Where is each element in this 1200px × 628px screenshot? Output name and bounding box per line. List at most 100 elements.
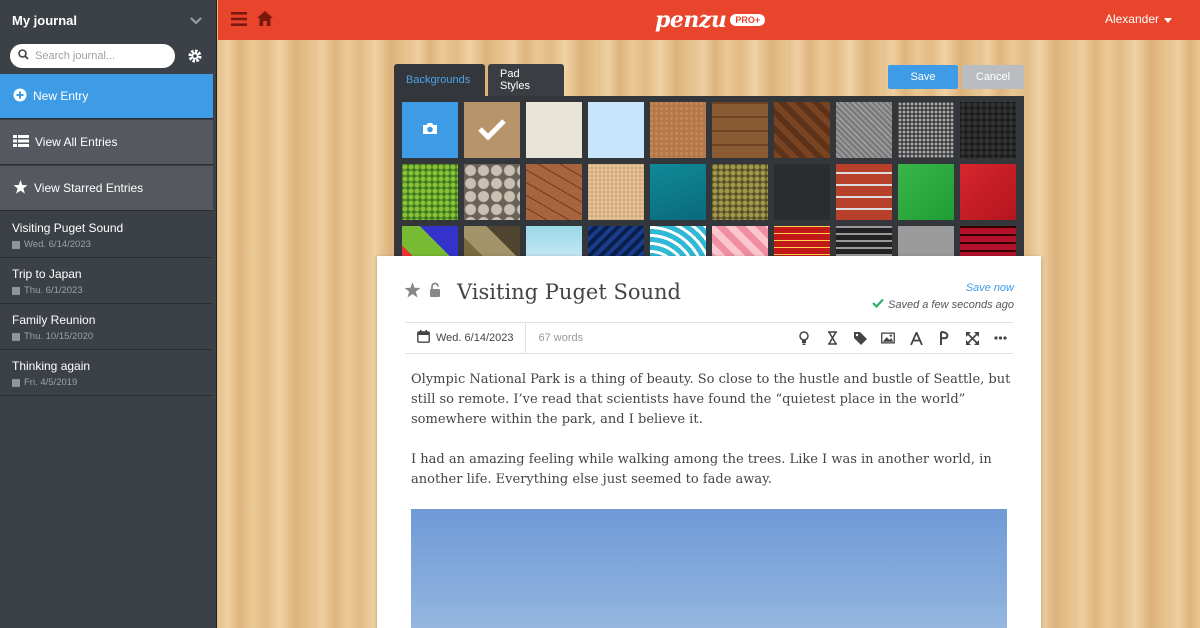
search-icon (18, 47, 29, 65)
entry-title[interactable]: Visiting Puget Sound (457, 280, 681, 304)
swatch-red-leather[interactable] (960, 164, 1016, 220)
swatch-dark-gray[interactable] (774, 164, 830, 220)
view-all-label: View All Entries (35, 135, 118, 149)
home-icon[interactable] (257, 11, 273, 31)
calendar-icon (12, 332, 20, 341)
tab-pad-styles[interactable]: Pad Styles (488, 64, 564, 96)
lightbulb-icon[interactable] (797, 331, 811, 345)
top-bar: penzu PRO+ Alexander (218, 0, 1200, 40)
swatch-cork[interactable] (650, 102, 706, 158)
journal-selector[interactable]: My journal (0, 0, 216, 40)
gear-icon[interactable] (187, 48, 203, 64)
tag-icon[interactable] (853, 331, 867, 345)
user-name: Alexander (1104, 12, 1159, 26)
saved-status: Saved a few seconds ago (872, 298, 1014, 311)
swatch-sand[interactable] (588, 164, 644, 220)
swatch-teal-waves[interactable] (650, 226, 706, 256)
swatch-river-stones[interactable] (464, 164, 520, 220)
saved-status-text: Saved a few seconds ago (888, 298, 1014, 311)
checkmark-icon (478, 118, 506, 145)
star-icon (13, 179, 28, 197)
user-menu[interactable]: Alexander (1105, 12, 1172, 26)
save-now-link[interactable]: Save now (966, 282, 1014, 294)
search-input[interactable] (35, 50, 160, 62)
date-picker[interactable]: Wed. 6/14/2023 (405, 323, 527, 353)
swatch-blue-swirl[interactable] (588, 226, 644, 256)
entry-date: Wed. 6/14/2023 (436, 332, 514, 344)
view-starred-entries-button[interactable]: View Starred Entries (0, 166, 213, 211)
swatch-red-plaid[interactable] (774, 226, 830, 256)
swatch-green-grass[interactable] (402, 164, 458, 220)
entry-body[interactable]: Olympic National Park is a thing of beau… (411, 370, 1011, 510)
tab-label: Pad Styles (500, 68, 530, 92)
list-icon (13, 134, 29, 150)
entry-list-date: Thu. 10/15/2020 (24, 331, 94, 342)
sidebar: My journal New Entry View All Entries (0, 0, 217, 628)
new-entry-button[interactable]: New Entry (0, 74, 213, 119)
swatch-black-leather[interactable] (960, 102, 1016, 158)
checkmark-icon (872, 298, 884, 311)
entry-list-title: Family Reunion (12, 313, 96, 327)
entry-paragraph: Olympic National Park is a thing of beau… (411, 372, 1011, 427)
journal-paper: Visiting Puget Sound Save now Saved a fe… (377, 256, 1041, 628)
swatch-cloud-sky[interactable] (526, 226, 582, 256)
swatch-cream[interactable] (526, 102, 582, 158)
lock-icon[interactable] (429, 282, 441, 302)
word-count: 67 words (538, 332, 584, 344)
calendar-icon (12, 240, 20, 249)
new-entry-label: New Entry (33, 89, 89, 103)
swatch-red-check[interactable] (960, 226, 1016, 256)
swatch-light-blue[interactable] (588, 102, 644, 158)
background-palette (394, 96, 1024, 256)
hamburger-menu-icon[interactable] (231, 12, 247, 31)
swatch-cracked-earth[interactable] (526, 164, 582, 220)
cancel-button[interactable]: Cancel (962, 65, 1024, 89)
calendar-icon (417, 330, 430, 346)
entry-toolbar: Wed. 6/14/2023 67 words (405, 322, 1013, 354)
entry-list-date: Thu. 6/1/2023 (24, 285, 83, 296)
swatch-red-brick[interactable] (836, 164, 892, 220)
more-icon[interactable] (993, 331, 1007, 345)
entry-list-date: Fri. 4/5/2019 (24, 377, 78, 388)
pro-badge: PRO+ (730, 14, 766, 26)
swatch-gray-fabric[interactable] (836, 102, 892, 158)
list-item[interactable]: Trip to Japan Thu. 6/1/2023 (0, 258, 213, 304)
font-icon[interactable] (909, 331, 923, 345)
image-icon[interactable] (881, 331, 895, 345)
entry-list-date: Wed. 6/14/2023 (24, 239, 91, 250)
swatch-green-leaf[interactable] (898, 164, 954, 220)
calendar-icon (12, 378, 20, 387)
list-item[interactable]: Family Reunion Thu. 10/15/2020 (0, 304, 213, 350)
view-all-entries-button[interactable]: View All Entries (0, 120, 213, 165)
plus-circle-icon (13, 88, 27, 105)
entry-list-title: Thinking again (12, 359, 91, 373)
star-icon[interactable] (404, 281, 421, 303)
swatch-moss-bark[interactable] (712, 164, 768, 220)
swatch-herringbone-wood[interactable] (774, 102, 830, 158)
pad-style-icon[interactable] (937, 331, 951, 345)
swatch-wood-planks[interactable] (712, 102, 768, 158)
journal-name: My journal (12, 12, 78, 28)
swatch-camouflage[interactable] (464, 226, 520, 256)
tab-backgrounds[interactable]: Backgrounds (394, 64, 485, 96)
entry-list-title: Visiting Puget Sound (12, 221, 124, 235)
chevron-down-icon[interactable] (190, 13, 202, 28)
swatch-graffiti[interactable] (402, 226, 458, 256)
swatch-upload-photo[interactable] (402, 102, 458, 158)
list-item[interactable]: Thinking again Fri. 4/5/2019 (0, 350, 213, 396)
save-button[interactable]: Save (888, 65, 958, 89)
entry-photo[interactable] (411, 509, 1007, 628)
swatch-gravel[interactable] (898, 102, 954, 158)
entry-list-title: Trip to Japan (12, 267, 82, 281)
swatch-black-plaid[interactable] (836, 226, 892, 256)
swatch-pink-diamond[interactable] (712, 226, 768, 256)
list-item[interactable]: Visiting Puget Sound Wed. 6/14/2023 (0, 212, 213, 258)
swatch-gray-knit[interactable] (898, 226, 954, 256)
swatch-wood-selected[interactable] (464, 102, 520, 158)
fullscreen-icon[interactable] (965, 331, 979, 345)
view-starred-label: View Starred Entries (34, 181, 144, 195)
hourglass-icon[interactable] (825, 331, 839, 345)
entry-paragraph: I had an amazing feeling while walking a… (411, 452, 992, 487)
logo-text: penzu (655, 7, 727, 33)
swatch-ocean-water[interactable] (650, 164, 706, 220)
